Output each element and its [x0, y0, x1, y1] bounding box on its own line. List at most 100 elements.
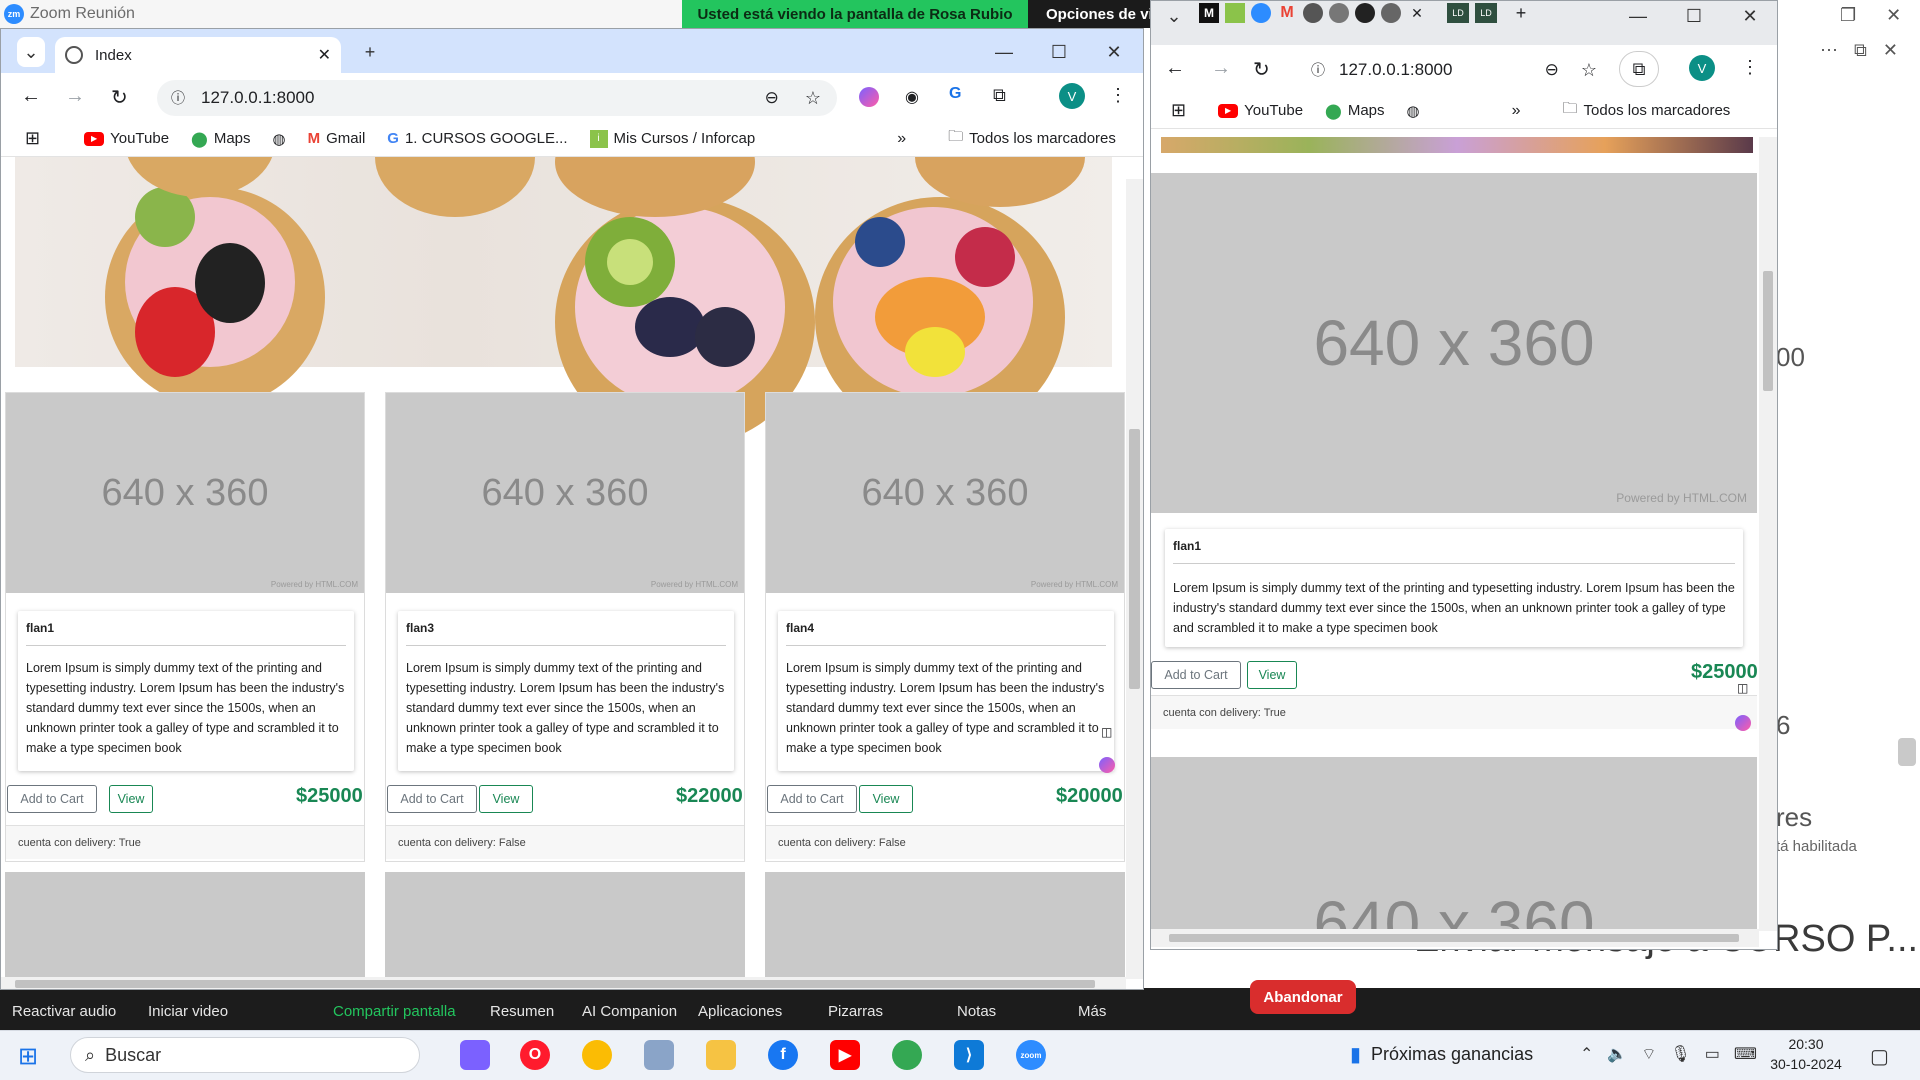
- more-button[interactable]: Más: [1078, 1003, 1106, 1020]
- chrome-icon[interactable]: [582, 1040, 612, 1070]
- facebook-icon[interactable]: f: [768, 1040, 798, 1070]
- minimize-icon[interactable]: —: [989, 37, 1019, 67]
- start-video-button[interactable]: Iniciar video: [148, 1003, 228, 1020]
- side-panel-icon[interactable]: ◫: [1101, 725, 1112, 739]
- apps-grid-icon[interactable]: ⊞: [1171, 100, 1186, 121]
- bookmark-maps[interactable]: ⬤ Maps: [191, 130, 250, 148]
- tab-search-icon[interactable]: ⌄: [17, 37, 45, 67]
- more-bookmarks-icon[interactable]: »: [1512, 102, 1521, 120]
- menu-icon[interactable]: ⋮: [1109, 85, 1127, 106]
- notes-button[interactable]: Notas: [957, 1003, 996, 1020]
- file-explorer-icon[interactable]: [706, 1040, 736, 1070]
- summary-button[interactable]: Resumen: [490, 1003, 554, 1020]
- add-to-cart-button[interactable]: Add to Cart: [767, 785, 857, 813]
- bookmark-globe[interactable]: ◍: [1407, 102, 1420, 120]
- tab-favicon[interactable]: [1329, 3, 1349, 23]
- tab-favicon[interactable]: [1251, 3, 1271, 23]
- maximize-icon[interactable]: ☐: [1679, 1, 1709, 31]
- chrome-profile-icon[interactable]: [892, 1040, 922, 1070]
- scroll-thumb[interactable]: [1129, 429, 1140, 689]
- taskbar-search[interactable]: ⌕ Buscar: [70, 1037, 420, 1073]
- clock[interactable]: 20:30 30-10-2024: [1766, 1034, 1846, 1074]
- gmail-icon[interactable]: M: [1277, 3, 1297, 23]
- youtube-icon[interactable]: ▶: [830, 1040, 860, 1070]
- copilot-icon[interactable]: [460, 1040, 490, 1070]
- profile-avatar[interactable]: V: [1059, 83, 1085, 109]
- horizontal-scrollbar[interactable]: [1, 977, 1126, 989]
- extension-brain-icon[interactable]: [859, 87, 879, 107]
- restore-icon[interactable]: ❐: [1840, 5, 1856, 26]
- site-info-icon[interactable]: ⓘ: [171, 88, 185, 108]
- news-widget[interactable]: ▮ Próximas ganancias: [1350, 1042, 1533, 1067]
- horizontal-scrollbar[interactable]: [1151, 929, 1759, 947]
- tab-index[interactable]: Index ✕: [55, 37, 341, 73]
- zoom-taskbar-icon[interactable]: zoom: [1016, 1040, 1046, 1070]
- view-button[interactable]: View: [1247, 661, 1297, 689]
- scroll-thumb[interactable]: [1763, 271, 1773, 391]
- bookmark-youtube[interactable]: ▶ YouTube: [1218, 102, 1303, 119]
- opera-icon[interactable]: O: [520, 1040, 550, 1070]
- whiteboards-button[interactable]: Pizarras: [828, 1003, 883, 1020]
- translate-icon[interactable]: G: [949, 85, 961, 103]
- extensions-icon[interactable]: ⧉: [993, 85, 1006, 106]
- address-bar[interactable]: ⓘ 127.0.0.1:8000 ⊖ ☆: [157, 80, 837, 116]
- app-icon[interactable]: [644, 1040, 674, 1070]
- close-tab-icon[interactable]: ✕: [1407, 3, 1427, 23]
- chevron-up-icon[interactable]: ⌃: [1580, 1044, 1593, 1064]
- apps-button[interactable]: Aplicaciones: [698, 1003, 782, 1020]
- close-window-icon[interactable]: ✕: [1099, 37, 1129, 67]
- unmute-button[interactable]: Reactivar audio: [12, 1003, 116, 1020]
- windows-start-icon[interactable]: ⊞: [18, 1042, 38, 1071]
- zoom-icon[interactable]: ⊖: [1545, 60, 1559, 80]
- extensions-icon[interactable]: ⧉: [1619, 51, 1659, 87]
- bookmark-cursos[interactable]: G 1. CURSOS GOOGLE...: [387, 130, 567, 147]
- more-icon[interactable]: ⋯: [1820, 40, 1838, 61]
- ai-companion-button[interactable]: AI Companion: [582, 1003, 677, 1020]
- tab-favicon[interactable]: [1381, 3, 1401, 23]
- share-options-button[interactable]: Opciones de vis: [1028, 0, 1153, 28]
- close-panel-icon[interactable]: ✕: [1883, 40, 1898, 61]
- all-bookmarks[interactable]: 🗀 Todos los marcadores: [948, 126, 1116, 151]
- add-to-cart-button[interactable]: Add to Cart: [387, 785, 477, 813]
- view-button[interactable]: View: [109, 785, 153, 813]
- site-info-icon[interactable]: ⓘ: [1311, 60, 1325, 80]
- view-button[interactable]: View: [859, 785, 913, 813]
- mic-icon[interactable]: 🎙: [1670, 1044, 1690, 1064]
- record-icon[interactable]: ◉: [905, 87, 919, 107]
- bookmark-star-icon[interactable]: ☆: [1581, 60, 1597, 81]
- forward-icon[interactable]: →: [65, 85, 85, 108]
- tab-favicon[interactable]: LD: [1475, 3, 1497, 23]
- tab-search-icon[interactable]: ⌄: [1161, 1, 1187, 31]
- vertical-scrollbar[interactable]: [1126, 179, 1143, 979]
- popout-icon[interactable]: ⧉: [1854, 40, 1867, 61]
- vscode-icon[interactable]: ⟩: [954, 1040, 984, 1070]
- profile-avatar[interactable]: V: [1689, 55, 1715, 81]
- tab-favicon[interactable]: [1303, 3, 1323, 23]
- bookmark-maps[interactable]: ⬤ Maps: [1325, 102, 1384, 120]
- bookmark-gmail[interactable]: M Gmail: [308, 130, 366, 147]
- reload-icon[interactable]: ↻: [111, 85, 128, 110]
- more-bookmarks-icon[interactable]: »: [897, 130, 906, 148]
- close-window-icon[interactable]: ✕: [1735, 1, 1765, 31]
- back-icon[interactable]: ←: [21, 85, 41, 108]
- maximize-icon[interactable]: ☐: [1044, 37, 1074, 67]
- address-bar[interactable]: ⓘ 127.0.0.1:8000 ⊖ ☆: [1297, 52, 1607, 88]
- battery-icon[interactable]: ▭: [1705, 1044, 1720, 1064]
- tab-favicon[interactable]: [1225, 3, 1245, 23]
- bookmark-inforcap[interactable]: i Mis Cursos / Inforcap: [589, 129, 755, 148]
- forward-icon[interactable]: →: [1211, 57, 1231, 80]
- wifi-icon[interactable]: ⌔: [1641, 1044, 1656, 1064]
- reload-icon[interactable]: ↻: [1253, 57, 1270, 82]
- keyboard-icon[interactable]: ⌨: [1734, 1044, 1757, 1064]
- bookmark-star-icon[interactable]: ☆: [805, 88, 821, 109]
- view-button[interactable]: View: [479, 785, 533, 813]
- notifications-icon[interactable]: ▢: [1870, 1044, 1889, 1069]
- add-to-cart-button[interactable]: Add to Cart: [7, 785, 97, 813]
- back-icon[interactable]: ←: [1165, 57, 1185, 80]
- scroll-thumb[interactable]: [15, 980, 1095, 988]
- speaker-icon[interactable]: 🔈: [1607, 1044, 1627, 1064]
- menu-icon[interactable]: ⋮: [1741, 57, 1759, 78]
- github-icon[interactable]: [1355, 3, 1375, 23]
- close-icon[interactable]: ✕: [1886, 5, 1901, 26]
- leave-button[interactable]: Abandonar: [1250, 980, 1356, 1014]
